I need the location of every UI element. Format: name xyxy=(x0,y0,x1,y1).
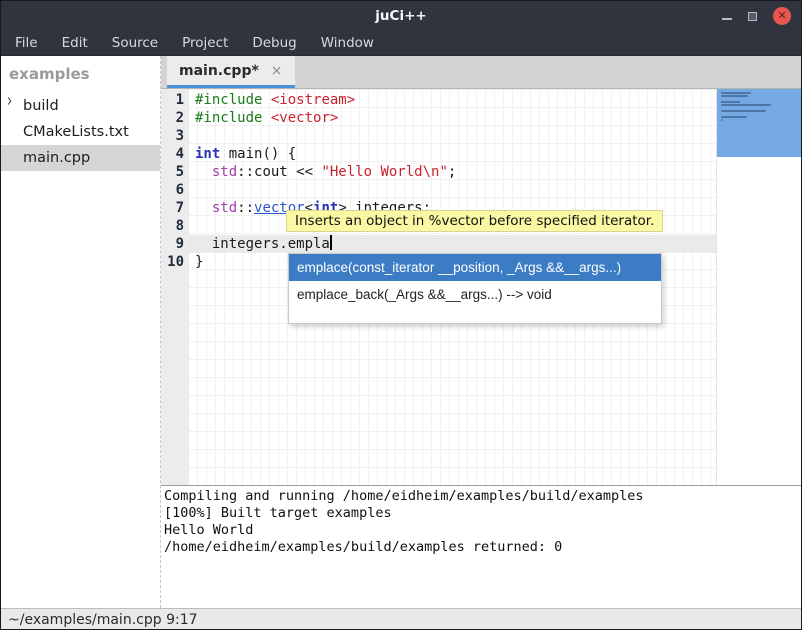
code-token: :: xyxy=(237,200,254,216)
menu-item-edit[interactable]: Edit xyxy=(50,31,100,56)
menu-item-file[interactable]: File xyxy=(3,31,50,56)
code-token: "Hello World\n" xyxy=(321,164,447,180)
close-icon[interactable]: ✕ xyxy=(773,7,791,25)
code-token: } xyxy=(195,254,203,270)
line-number-gutter: 12345678910 xyxy=(161,89,189,485)
code-token: int xyxy=(195,146,220,162)
line-number: 2 xyxy=(161,109,184,127)
minimap-line xyxy=(721,110,766,112)
code-token xyxy=(195,164,212,180)
output-line: Hello World xyxy=(164,522,801,539)
code-line-9: integers.empla xyxy=(189,235,716,253)
output-line: /home/eidheim/examples/build/examples re… xyxy=(164,539,801,556)
minimap-line xyxy=(721,101,740,103)
code-line-1: #include <iostream> xyxy=(189,91,716,109)
code-line-3 xyxy=(189,127,716,145)
tree-item-main-cpp[interactable]: main.cpp xyxy=(1,145,160,171)
tab-label: main.cpp* xyxy=(179,63,259,79)
completion-item[interactable]: emplace(const_iterator __position, _Args… xyxy=(289,254,661,281)
window-title: juCi++ xyxy=(375,8,426,24)
menu-item-source[interactable]: Source xyxy=(100,31,170,56)
line-number: 9 xyxy=(161,235,184,253)
file-tree-sidebar: examples › build CMakeLists.txt main.cpp xyxy=(1,56,161,608)
minimap-viewport[interactable] xyxy=(717,89,801,157)
main-area: main.cpp* × 12345678910 #include <iostre… xyxy=(161,56,801,608)
text-cursor xyxy=(330,235,332,250)
code-editor[interactable]: 12345678910 #include <iostream>#include … xyxy=(161,89,801,485)
tree-item-build[interactable]: › build xyxy=(1,93,160,119)
completion-popup: emplace(const_iterator __position, _Args… xyxy=(288,253,662,324)
minimap-line xyxy=(721,95,748,97)
code-token xyxy=(195,200,212,216)
tree-item-label: build xyxy=(23,98,59,114)
code-token: ::cout << xyxy=(237,164,321,180)
minimap-line xyxy=(721,116,747,118)
code-token xyxy=(262,92,270,108)
menu-item-project[interactable]: Project xyxy=(170,31,240,56)
tree-item-label: main.cpp xyxy=(23,150,90,166)
output-line: [100%] Built target examples xyxy=(164,505,801,522)
code-token xyxy=(262,110,270,126)
line-number: 8 xyxy=(161,217,184,235)
code-token: std xyxy=(212,200,237,216)
app-window: juCi++ ✕ FileEditSourceProjectDebugWindo… xyxy=(0,0,802,630)
statusbar-file-position: ~/examples/main.cpp 9:17 xyxy=(8,612,198,628)
code-line-6 xyxy=(189,181,716,199)
line-number: 1 xyxy=(161,91,184,109)
minimap-line xyxy=(721,104,771,106)
code-token: #include xyxy=(195,110,262,126)
menu-item-debug[interactable]: Debug xyxy=(240,31,308,56)
file-tree: › build CMakeLists.txt main.cpp xyxy=(1,93,160,171)
expander-icon[interactable]: › xyxy=(7,91,12,112)
code-token: std xyxy=(212,164,237,180)
minimize-icon[interactable] xyxy=(722,18,732,20)
code-token: <vector> xyxy=(271,110,338,126)
code-token: <iostream> xyxy=(271,92,355,108)
restore-icon[interactable] xyxy=(748,12,757,21)
code-line-4: int main() { xyxy=(189,145,716,163)
line-number: 6 xyxy=(161,181,184,199)
output-panel[interactable]: Compiling and running /home/eidheim/exam… xyxy=(161,485,801,608)
code-area[interactable]: #include <iostream>#include <vector>int … xyxy=(189,91,716,271)
line-number: 4 xyxy=(161,145,184,163)
tab-main-cpp[interactable]: main.cpp* × xyxy=(167,56,295,88)
doc-tooltip: Inserts an object in %vector before spec… xyxy=(286,210,663,232)
minimap[interactable] xyxy=(716,89,801,485)
code-token: integers.empla xyxy=(195,236,330,252)
project-name-header: examples xyxy=(1,56,160,93)
minimap-line xyxy=(721,119,723,121)
line-number: 10 xyxy=(161,253,184,271)
code-token: main() { xyxy=(220,146,296,162)
statusbar: ~/examples/main.cpp 9:17 xyxy=(1,608,801,630)
tree-item-label: CMakeLists.txt xyxy=(23,124,129,140)
code-token: #include xyxy=(195,92,262,108)
menubar: FileEditSourceProjectDebugWindow xyxy=(1,31,801,56)
completion-item[interactable]: emplace_back(_Args &&__args...) --> void xyxy=(289,281,661,308)
line-number: 7 xyxy=(161,199,184,217)
tab-close-icon[interactable]: × xyxy=(271,64,283,78)
tab-bar: main.cpp* × xyxy=(161,56,801,89)
code-token: ; xyxy=(448,164,456,180)
titlebar[interactable]: juCi++ ✕ xyxy=(1,1,801,31)
minimap-line xyxy=(721,92,751,94)
line-number: 5 xyxy=(161,163,184,181)
code-line-2: #include <vector> xyxy=(189,109,716,127)
tree-item-cmakelists-txt[interactable]: CMakeLists.txt xyxy=(1,119,160,145)
window-controls: ✕ xyxy=(722,1,791,31)
code-line-5: std::cout << "Hello World\n"; xyxy=(189,163,716,181)
line-number: 3 xyxy=(161,127,184,145)
menu-item-window[interactable]: Window xyxy=(309,31,386,56)
content: examples › build CMakeLists.txt main.cpp ma… xyxy=(1,56,801,608)
output-line: Compiling and running /home/eidheim/exam… xyxy=(164,488,801,505)
